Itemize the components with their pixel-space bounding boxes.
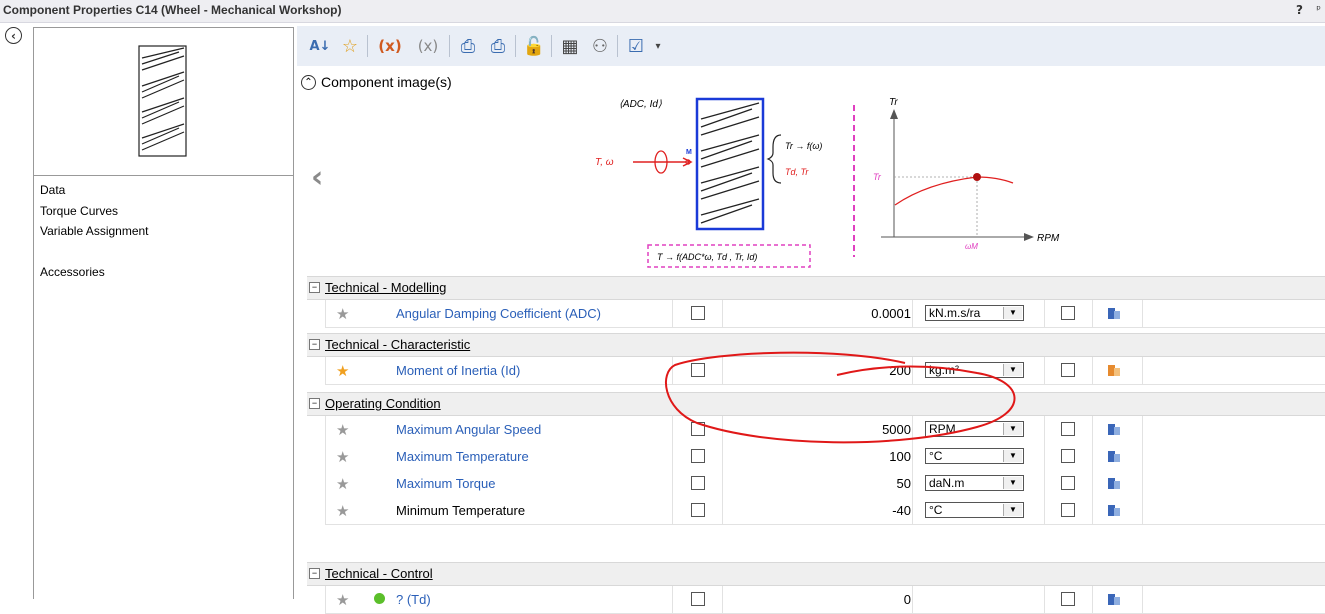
property-value[interactable]: 50 — [897, 476, 911, 491]
library-icon[interactable] — [1108, 505, 1120, 516]
property-row[interactable]: ★ Minimum Temperature -40 °C ▼ — [325, 497, 1325, 525]
chevron-down-icon: ▼ — [1003, 307, 1022, 319]
unlock-icon[interactable]: 🔓 — [521, 32, 547, 60]
window-title-bar: Component Properties C14 (Wheel - Mechan… — [0, 0, 1325, 23]
property-name: Moment of Inertia (Id) — [396, 363, 521, 378]
link-checkbox[interactable] — [691, 592, 705, 606]
link-checkbox[interactable] — [691, 503, 705, 517]
unit-select[interactable]: kN.m.s/ra ▼ — [925, 305, 1024, 321]
group-technical-modelling[interactable]: − Technical - Modelling — [307, 276, 1325, 300]
left-panel: Data Torque Curves Variable Assignment A… — [33, 27, 294, 599]
favorite-star-icon[interactable]: ★ — [336, 502, 349, 520]
diagram-params: ⟨ADC, Id⟩ — [619, 99, 662, 110]
link-checkbox[interactable] — [691, 476, 705, 490]
favorite-star-icon[interactable]: ★ — [336, 448, 349, 466]
collapse-group-icon[interactable]: − — [309, 339, 320, 350]
diagram-output-1: Tr → f(ω) — [785, 141, 822, 151]
diagram-node-label: M — [686, 149, 692, 156]
variable-checkbox[interactable] — [1061, 449, 1075, 463]
library-icon[interactable] — [1108, 365, 1120, 376]
pin-icon[interactable]: ᵖ — [1316, 3, 1321, 16]
collapse-group-icon[interactable]: − — [309, 282, 320, 293]
toolbar-overflow-icon[interactable]: ▾ — [651, 32, 665, 60]
main-panel: A↓ ☆ (x) (x) ⎙ ⎙ 🔓 ▦ ⚇ ☑ ▾ ⌃ Component i… — [297, 22, 1325, 614]
unit-select[interactable]: °C ▼ — [925, 502, 1024, 518]
collapse-group-icon[interactable]: − — [309, 568, 320, 579]
property-value[interactable]: 0.0001 — [871, 306, 911, 321]
component-diagram: ⟨ADC, Id⟩ T, ω M Tr → f(ω) Td, Tr T → f(… — [595, 97, 1060, 268]
add-variable-icon[interactable]: (x) — [373, 32, 407, 60]
favorite-star-icon[interactable]: ★ — [336, 421, 349, 439]
diagram-x-axis: RPM — [1037, 233, 1060, 244]
chevron-down-icon: ▼ — [1003, 477, 1022, 489]
variable-checkbox[interactable] — [1061, 476, 1075, 490]
property-name: Minimum Temperature — [396, 503, 526, 518]
property-name: Angular Damping Coefficient (ADC) — [396, 306, 601, 321]
toolbar: A↓ ☆ (x) (x) ⎙ ⎙ 🔓 ▦ ⚇ ☑ ▾ — [297, 26, 1325, 66]
library-icon[interactable] — [1108, 308, 1120, 319]
status-dot-icon — [374, 593, 385, 604]
tire-tread-icon — [700, 102, 760, 224]
variable-checkbox[interactable] — [1061, 306, 1075, 320]
property-row[interactable]: ★ Maximum Torque 50 daN.m ▼ — [325, 470, 1325, 498]
left-nav-item-accessories[interactable]: Accessories — [40, 265, 105, 279]
tire-thumbnail-icon — [138, 45, 187, 157]
library-icon[interactable] — [1108, 594, 1120, 605]
window-title: Component Properties C14 (Wheel - Mechan… — [3, 3, 342, 17]
property-value[interactable]: -40 — [892, 503, 911, 518]
variable-checkbox[interactable] — [1061, 363, 1075, 377]
collapse-group-icon[interactable]: − — [309, 398, 320, 409]
favorite-star-icon[interactable]: ★ — [336, 362, 349, 380]
favorite-star-icon[interactable]: ★ — [336, 305, 349, 323]
unit-select[interactable]: daN.m ▼ — [925, 475, 1024, 491]
collapse-left-panel-button[interactable]: ‹ — [5, 27, 22, 44]
property-name: Maximum Torque — [396, 476, 496, 491]
library-icon[interactable] — [1108, 424, 1120, 435]
sort-az-icon[interactable]: A↓ — [307, 32, 333, 60]
diagram-y-tick: Tr — [873, 172, 882, 182]
property-name: ? (Td) — [396, 592, 431, 607]
property-name: Maximum Temperature — [396, 449, 529, 464]
diagram-output-2: Td, Tr — [785, 167, 809, 177]
search-components-icon[interactable]: ⎙ — [455, 32, 481, 60]
checklist-icon[interactable]: ☑ — [623, 32, 649, 60]
library-icon[interactable] — [1108, 478, 1120, 489]
property-name: Maximum Angular Speed — [396, 422, 542, 437]
diagram-y-axis: Tr — [889, 97, 898, 108]
left-nav-item-torque-curves[interactable]: Torque Curves — [40, 204, 118, 218]
print-icon[interactable]: ⎙ — [485, 32, 511, 60]
property-row[interactable]: ★ ? (Td) 0 — [325, 586, 1325, 614]
property-row[interactable]: ★ Angular Damping Coefficient (ADC) 0.00… — [325, 300, 1325, 328]
help-button[interactable]: ? — [1296, 3, 1303, 17]
favorite-star-icon[interactable]: ★ — [336, 475, 349, 493]
library-icon[interactable] — [1108, 451, 1120, 462]
diagram-formula: T → f(ADC*ω, Td , Tr, Id) — [657, 252, 757, 262]
remove-variable-icon[interactable]: (x) — [411, 32, 445, 60]
statistics-icon[interactable]: ▦ — [557, 32, 583, 60]
left-nav-item-data[interactable]: Data — [40, 183, 65, 197]
diagram-input: T, ω — [595, 157, 614, 168]
highlight-annotation — [665, 351, 1016, 444]
property-value[interactable]: 0 — [904, 592, 911, 607]
left-nav-item-variable-assignment[interactable]: Variable Assignment — [40, 224, 149, 238]
variable-checkbox[interactable] — [1061, 422, 1075, 436]
chevron-down-icon: ▼ — [1003, 504, 1022, 516]
variable-checkbox[interactable] — [1061, 503, 1075, 517]
component-thumbnail — [34, 28, 293, 176]
favorite-star-icon[interactable]: ☆ — [337, 32, 363, 60]
variable-checkbox[interactable] — [1061, 592, 1075, 606]
diagram-x-tick: ωM — [965, 242, 978, 251]
link-checkbox[interactable] — [691, 306, 705, 320]
group-technical-control[interactable]: − Technical - Control — [307, 562, 1325, 586]
user-icon[interactable]: ⚇ — [587, 32, 613, 60]
favorite-star-icon[interactable]: ★ — [336, 591, 349, 609]
